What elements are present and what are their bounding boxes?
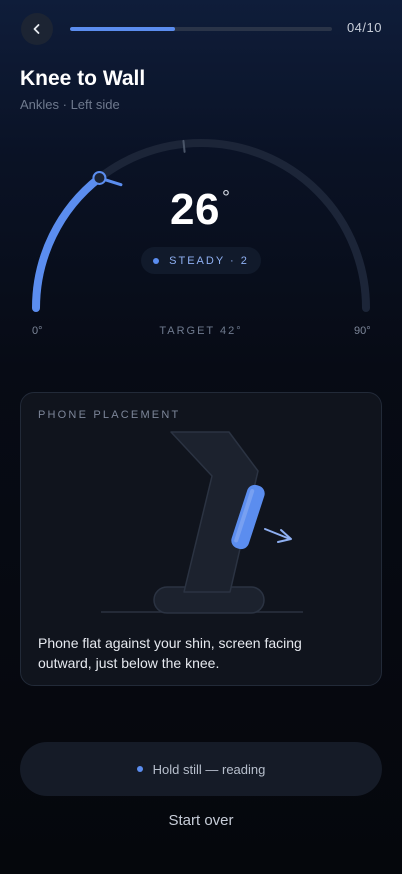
- chevron-left-icon: [33, 24, 40, 34]
- gauge-handle: [92, 170, 107, 185]
- steady-dot: [153, 257, 160, 264]
- status-message: Hold still — reading: [152, 761, 266, 777]
- target-label: TARGET 42°: [159, 325, 243, 337]
- exercise-title: Knee to Wall: [20, 67, 146, 90]
- start-over-button[interactable]: Start over: [0, 812, 402, 829]
- gauge-target-tick: [182, 139, 186, 153]
- step-counter: 04/10: [346, 20, 382, 35]
- progress-bar-fill: [70, 27, 175, 31]
- exercise-screen: 04/10 Knee to Wall Ankles · Left side 26…: [0, 0, 402, 874]
- card-heading: PHONE PLACEMENT: [38, 409, 181, 421]
- exercise-subtitle: Ankles · Left side: [20, 97, 120, 112]
- angle-gauge: [32, 139, 370, 312]
- outward-arrow-icon: [264, 528, 292, 543]
- gauge-max-label: 90°: [354, 325, 371, 337]
- steady-badge: STEADY · 2: [141, 247, 261, 274]
- status-dot: [136, 766, 143, 772]
- steady-label: STEADY · 2: [169, 254, 249, 267]
- angle-value: 26: [170, 185, 220, 234]
- phone-placement-card: PHONE PLACEMENT Phone flat against your …: [20, 392, 382, 686]
- progress-bar: [70, 27, 332, 31]
- angle-readout: 26 °: [0, 185, 402, 235]
- degree-symbol: °: [221, 187, 231, 209]
- shin-phone-illustration: [101, 431, 303, 614]
- reading-status-bar: Hold still — reading: [20, 742, 382, 796]
- back-button[interactable]: [21, 13, 53, 45]
- placement-instruction: Phone flat against your shin, screen fac…: [38, 635, 302, 671]
